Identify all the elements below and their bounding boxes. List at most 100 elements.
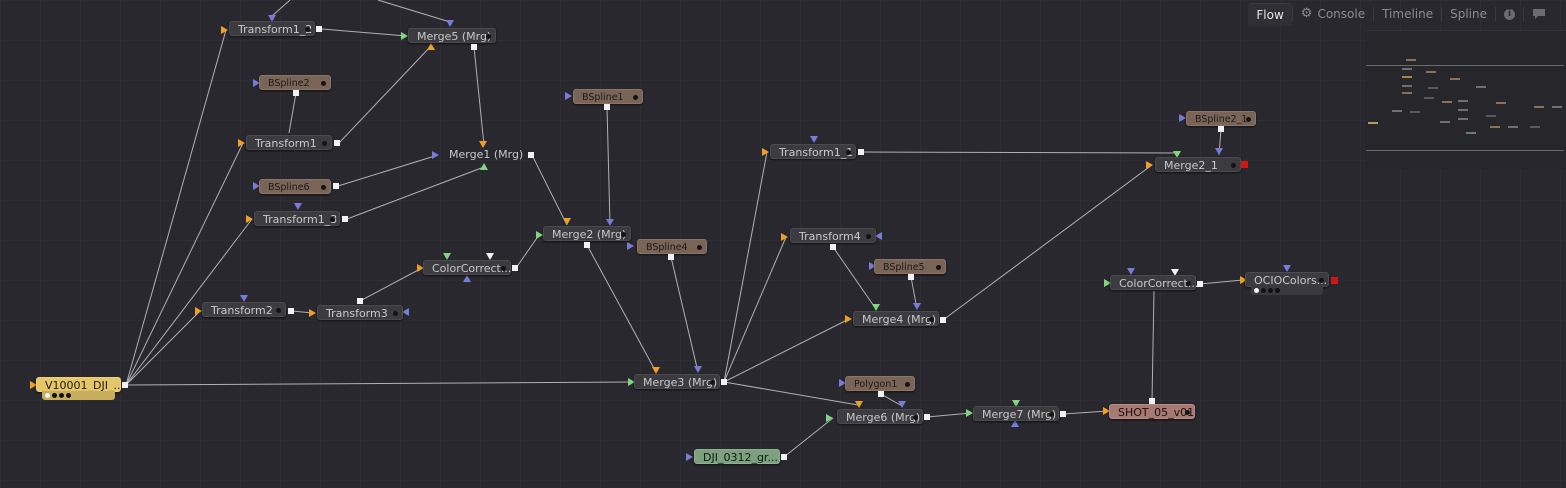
node-label: Merge6 (Mrg) [846, 411, 921, 424]
output-port[interactable] [1197, 281, 1203, 287]
node-merge2[interactable]: Merge2 (Mrg) [543, 226, 631, 241]
node-label: Merge3 (Mrg) [643, 376, 718, 389]
output-port-error[interactable] [1331, 277, 1338, 284]
node-label: Transform1_3 [263, 213, 338, 226]
node-thumbnail-strip [1251, 286, 1323, 295]
output-port-error[interactable] [1241, 161, 1248, 168]
node-bspline5[interactable]: BSpline5 [874, 259, 946, 274]
node-transform1[interactable]: Transform1 [246, 135, 332, 150]
output-port[interactable] [528, 152, 534, 158]
output-port[interactable] [584, 242, 590, 248]
output-port[interactable] [940, 317, 946, 323]
node-loader-dji0312[interactable]: DJI_0312_gr... [694, 449, 780, 464]
connection-wires [30, 0, 1291, 461]
tab-label: Flow [1256, 7, 1284, 22]
tab-spline[interactable]: Spline [1442, 3, 1495, 25]
node-label: Merge7 (Mrg) [982, 408, 1057, 421]
tab-timeline[interactable]: Timeline [1374, 3, 1441, 25]
tab-comments[interactable] [1524, 3, 1554, 25]
node-bspline1[interactable]: BSpline1 [573, 89, 643, 104]
node-label: ColorCorrect... [432, 262, 512, 275]
node-label: Transform2 [211, 304, 273, 317]
node-label: Transform3 [326, 307, 388, 320]
node-label: BSpline5 [883, 262, 925, 273]
node-merge2-1[interactable]: Merge2_1 [1155, 157, 1241, 172]
node-label: Merge4 (Mrg) [862, 313, 937, 326]
node-label: BSpline6 [268, 182, 310, 193]
node-colorcorrector2[interactable]: ColorCorrect... [1110, 275, 1198, 290]
node-label: Polygon1 [854, 379, 898, 390]
node-saver-shot05[interactable]: SHOT_05_v01 [1109, 404, 1195, 419]
node-label: Merge5 (Mrg) [417, 30, 492, 43]
output-port[interactable] [721, 379, 727, 385]
output-port[interactable] [342, 216, 348, 222]
node-loader-v10001[interactable]: V10001_DJI_... [36, 377, 124, 392]
node-label: Merge2 (Mrg) [552, 228, 627, 241]
node-merge3[interactable]: Merge3 (Mrg) [634, 374, 720, 389]
output-port[interactable] [858, 149, 864, 155]
node-label: Transform1 [255, 137, 317, 150]
node-label: BSpline2_1 [1195, 114, 1248, 125]
output-port[interactable] [288, 308, 294, 314]
node-label: Transform4 [799, 230, 861, 243]
info-icon: i [1504, 8, 1515, 20]
node-colorcorrector1[interactable]: ColorCorrect... [423, 260, 511, 275]
output-port[interactable] [122, 382, 128, 388]
output-port[interactable] [293, 90, 299, 96]
node-label: BSpline2 [268, 78, 310, 89]
output-port[interactable] [357, 298, 363, 304]
output-port[interactable] [1149, 398, 1155, 404]
node-transform2[interactable]: Transform2 [202, 302, 286, 317]
node-merge1[interactable]: Merge1 (Mrg) [441, 147, 527, 162]
tab-flow[interactable]: Flow [1248, 2, 1292, 26]
node-transform1-3[interactable]: Transform1_3 [254, 211, 340, 226]
node-label: Transform1_2 [238, 23, 313, 36]
node-label: Merge1 (Mrg) [449, 148, 524, 161]
output-port[interactable] [604, 104, 610, 110]
node-transform1-2[interactable]: Transform1_2 [229, 21, 315, 36]
node-label: DJI_0312_gr... [703, 451, 778, 464]
tab-console[interactable]: ⚙ Console [1293, 3, 1373, 25]
tab-label: Spline [1450, 7, 1487, 21]
output-port[interactable] [668, 254, 674, 260]
tab-info[interactable]: i [1496, 3, 1523, 25]
node-bspline6[interactable]: BSpline6 [259, 179, 331, 194]
node-thumbnail-strip [42, 391, 115, 400]
flow-view[interactable]: Transform1_2 Merge5 (Mrg) BSpline2 Trans… [0, 0, 1566, 488]
node-transform3[interactable]: Transform3 [317, 305, 403, 320]
output-port[interactable] [830, 244, 836, 250]
node-polygon1[interactable]: Polygon1 [845, 376, 915, 391]
flow-navigator[interactable] [1366, 30, 1566, 169]
node-merge4[interactable]: Merge4 (Mrg) [853, 311, 939, 326]
node-merge6[interactable]: Merge6 (Mrg) [837, 409, 923, 424]
node-label: BSpline4 [646, 242, 688, 253]
node-merge5[interactable]: Merge5 (Mrg) [408, 28, 496, 43]
output-port[interactable] [1218, 126, 1224, 132]
comment-icon [1533, 9, 1545, 19]
node-label: SHOT_05_v01 [1118, 406, 1195, 419]
view-tabs: Flow ⚙ Console Timeline Spline i [1248, 2, 1554, 26]
output-port[interactable] [512, 265, 518, 271]
output-port[interactable] [333, 183, 339, 189]
output-port[interactable] [471, 44, 477, 50]
output-port[interactable] [1060, 411, 1066, 417]
node-bspline2[interactable]: BSpline2 [259, 75, 331, 90]
node-transform1-1[interactable]: Transform1_1 [770, 144, 856, 159]
node-transform4[interactable]: Transform4 [790, 228, 876, 243]
node-merge7[interactable]: Merge7 (Mrg) [973, 406, 1059, 421]
node-label: BSpline1 [582, 92, 624, 103]
output-port[interactable] [878, 391, 884, 397]
output-port[interactable] [334, 140, 340, 146]
node-label: Merge2_1 [1164, 159, 1218, 172]
node-ociocolorspace[interactable]: OCIOColors... [1245, 272, 1329, 287]
output-port[interactable] [908, 274, 914, 280]
navigator-minimap [1368, 59, 1562, 134]
gear-icon: ⚙ [1300, 6, 1313, 21]
node-bspline4[interactable]: BSpline4 [637, 239, 707, 254]
tab-label: Console [1317, 7, 1366, 21]
output-port[interactable] [781, 454, 787, 460]
output-port[interactable] [316, 26, 322, 32]
tab-label: Timeline [1382, 7, 1434, 21]
output-port[interactable] [924, 414, 930, 420]
node-bspline2-1[interactable]: BSpline2_1 [1186, 111, 1256, 126]
